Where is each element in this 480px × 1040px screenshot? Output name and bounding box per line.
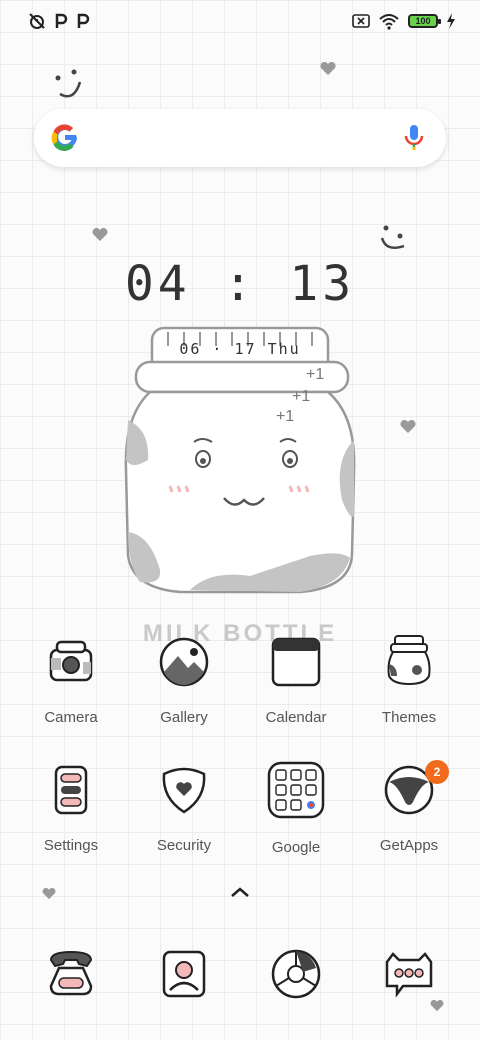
app-themes[interactable]: Themes — [359, 634, 459, 726]
heart-doodle — [92, 228, 108, 241]
wifi-icon — [379, 14, 399, 30]
status-bar: 100 — [0, 0, 480, 44]
heart-doodle — [400, 420, 416, 433]
app-label: Settings — [43, 837, 99, 854]
parking-app-icon — [55, 13, 68, 28]
messages-icon — [385, 952, 433, 998]
app-label: Google — [271, 839, 321, 856]
dock-browser[interactable] — [246, 946, 346, 1007]
dock-phone[interactable] — [21, 946, 121, 1007]
app-label: Camera — [44, 709, 98, 726]
chevron-up-icon[interactable] — [228, 884, 252, 900]
dock-contacts[interactable] — [134, 946, 234, 1007]
app-camera[interactable]: Camera — [21, 634, 121, 726]
dock-messages[interactable] — [359, 946, 459, 1007]
google-folder-icon — [267, 761, 325, 819]
microphone-icon[interactable] — [404, 123, 424, 153]
battery-icon: 100 — [408, 14, 441, 28]
app-label: Calendar — [265, 709, 327, 726]
clock-date: 06 · 17 Thu — [179, 340, 301, 358]
app-getapps[interactable]: 2 GetApps — [359, 760, 459, 854]
app-settings[interactable]: Settings — [21, 762, 121, 854]
clock-time[interactable]: 04 : 13 — [0, 256, 480, 312]
alarm-off-icon — [29, 13, 45, 29]
browser-icon — [271, 949, 321, 999]
heart-doodle — [320, 62, 336, 75]
app-security[interactable]: Security — [134, 762, 234, 854]
plus-one-mark: +1 — [292, 388, 311, 405]
google-search-bar[interactable] — [34, 109, 446, 167]
app-label: Themes — [381, 709, 437, 726]
app-google-folder[interactable]: Google — [246, 761, 346, 856]
charging-icon — [447, 13, 455, 29]
app-label: Gallery — [160, 709, 208, 726]
parking-app-icon — [77, 13, 90, 28]
smiley-doodle — [380, 225, 405, 249]
phone-icon — [49, 950, 93, 996]
heart-doodle — [42, 888, 56, 900]
app-label: GetApps — [379, 837, 439, 854]
security-icon — [162, 767, 206, 814]
app-gallery[interactable]: Gallery — [134, 634, 234, 726]
app-calendar[interactable]: Calendar — [246, 634, 346, 726]
themes-icon — [387, 635, 431, 686]
plus-one-mark: +1 — [306, 366, 325, 383]
plus-one-mark: +1 — [276, 408, 295, 425]
contacts-icon — [162, 950, 206, 998]
settings-icon — [54, 765, 88, 815]
notification-badge: 2 — [425, 760, 449, 784]
app-label: Security — [156, 837, 212, 854]
gallery-icon — [159, 637, 209, 687]
google-g-icon — [51, 124, 77, 151]
milk-bottle-illustration — [124, 326, 356, 594]
battery-level: 100 — [415, 16, 431, 26]
calendar-icon — [271, 637, 321, 687]
camera-icon — [49, 640, 93, 682]
sim-off-icon — [352, 14, 370, 28]
smiley-doodle — [55, 69, 82, 98]
